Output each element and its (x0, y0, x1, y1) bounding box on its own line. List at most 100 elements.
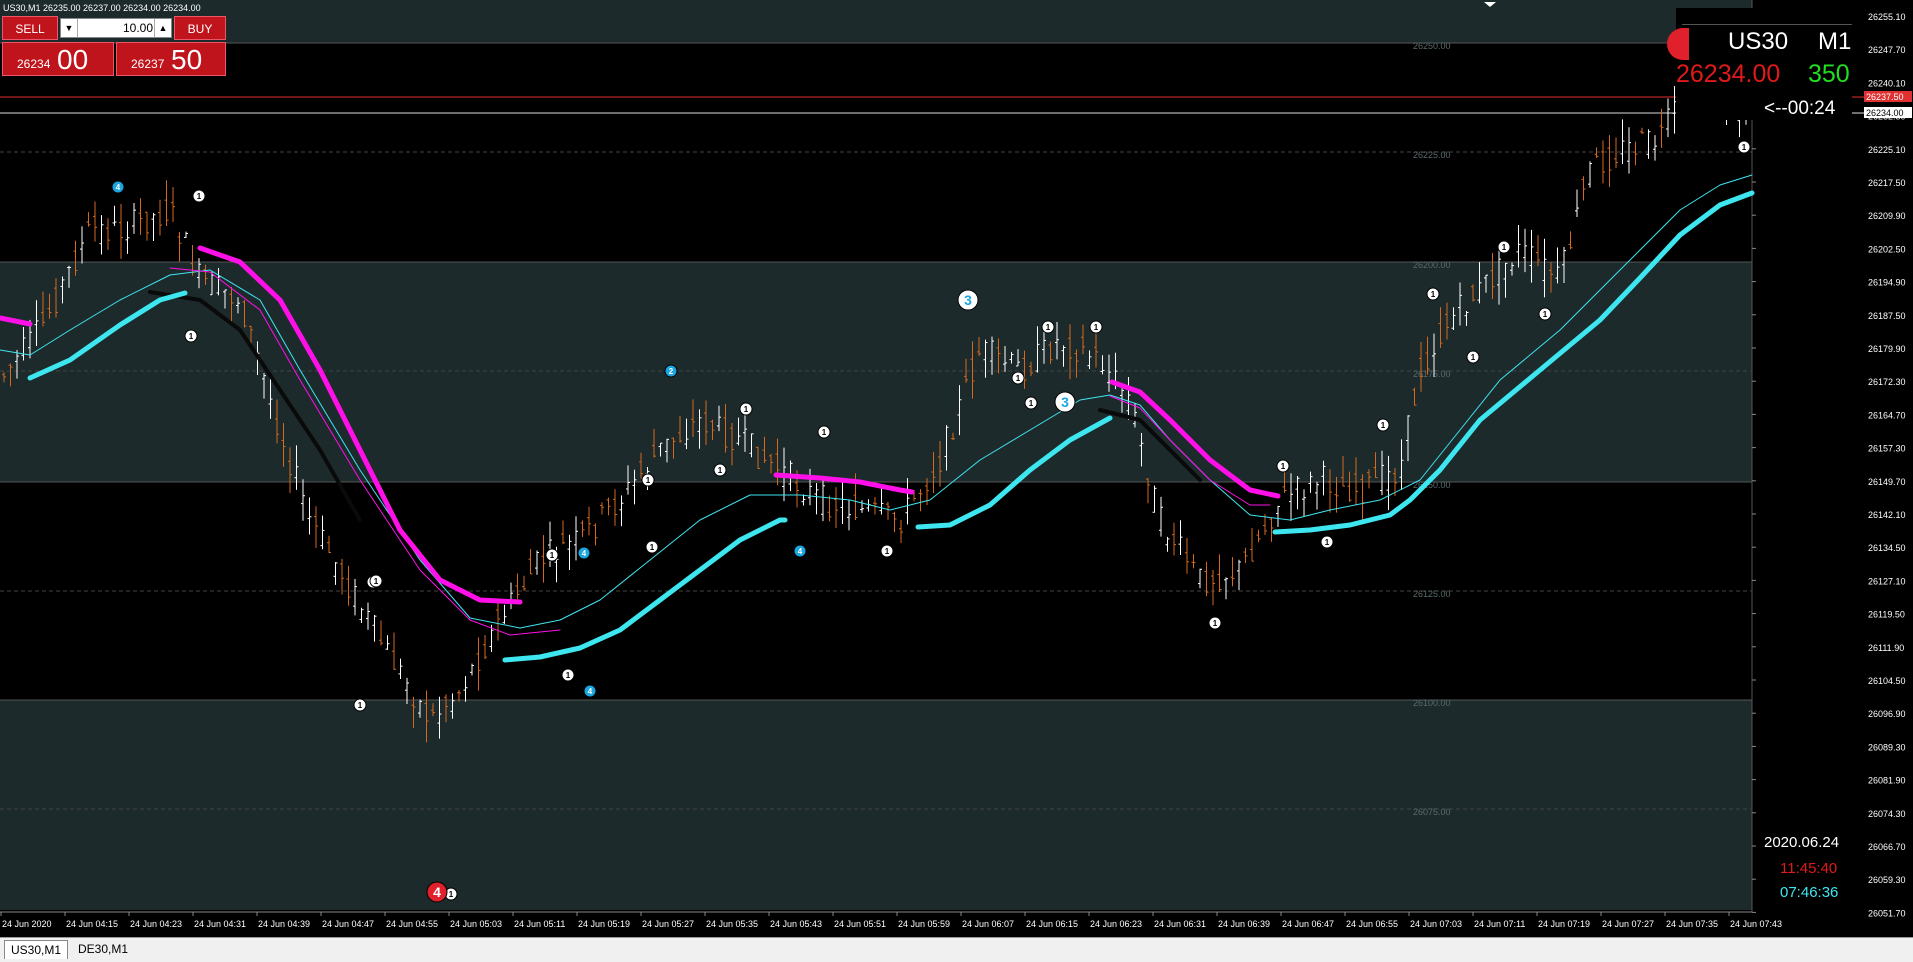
time-axis-label: 24 Jun 06:31 (1154, 919, 1206, 929)
level-label: 26100.00 (1413, 698, 1451, 708)
candle (814, 483, 819, 515)
info-box-divider (1682, 24, 1852, 25)
wave-marker-label: 1 (1325, 538, 1330, 547)
price-axis-label: 26225.10 (1868, 145, 1906, 155)
lot-size-box: ▼ ▲ (60, 18, 172, 38)
lot-increase-icon[interactable]: ▲ (154, 19, 171, 37)
wave-marker: 1 (561, 668, 575, 682)
zone-bands (0, 0, 1753, 912)
tab-us30-m1[interactable]: US30,M1 (4, 940, 69, 959)
time-axis-label: 24 Jun 07:19 (1538, 919, 1590, 929)
candle (1666, 98, 1670, 138)
wave-marker-label: 1 (744, 405, 749, 414)
candle (327, 535, 331, 553)
price-axis-label: 26179.90 (1868, 344, 1906, 354)
wave-marker: 1 (645, 540, 659, 554)
price-axis: 26255.1026247.7026240.1026232.5026225.10… (1752, 12, 1912, 918)
wave-marker: 1 (1538, 307, 1552, 321)
wave-marker-label: 1 (1094, 323, 1099, 332)
wave-marker-label: 1 (1016, 374, 1021, 383)
buy-quote[interactable]: 26237 50 (116, 42, 226, 76)
time-axis-label: 24 Jun 05:11 (514, 919, 565, 929)
lot-size-input[interactable] (79, 19, 155, 37)
price-axis-label: 26104.50 (1868, 676, 1906, 686)
buy-button[interactable]: BUY (174, 16, 226, 40)
wave-marker: 1 (817, 425, 831, 439)
candle (1237, 559, 1241, 591)
wave-marker-label: 1 (1431, 290, 1436, 299)
wave-marker-label: 1 (1543, 310, 1548, 319)
price-chart[interactable]: 26250.0026225.0026200.0026175.0026150.00… (0, 0, 1913, 937)
price-axis-label: 26172.30 (1868, 377, 1906, 387)
wave-marker: 4 (426, 881, 448, 903)
info-timeframe: M1 (1818, 28, 1852, 55)
candle (1607, 135, 1612, 187)
price-axis-label: 26255.10 (1868, 12, 1906, 22)
time-axis-label: 24 Jun 2020 (2, 919, 52, 929)
price-axis-label: 26217.50 (1868, 178, 1906, 188)
candle (619, 495, 624, 527)
candle (346, 565, 351, 606)
candle (1276, 505, 1280, 527)
time-axis-label: 24 Jun 06:07 (962, 919, 1014, 929)
candle (1659, 108, 1664, 148)
price-axis-label: 26081.90 (1868, 776, 1906, 786)
candle (80, 226, 84, 264)
candle (112, 205, 117, 226)
candle (502, 604, 507, 624)
wave-marker: 4 (793, 544, 807, 558)
candle (1581, 176, 1586, 201)
wave-marker-label: 1 (1213, 619, 1218, 628)
candle (1211, 570, 1215, 606)
price-axis-label: 26202.50 (1868, 244, 1906, 254)
candle (1191, 554, 1196, 569)
tab-de30-m1[interactable]: DE30,M1 (72, 940, 134, 958)
candle (476, 637, 481, 691)
wave-marker-label: 1 (646, 476, 651, 485)
bid-price-tag: 26234.00 (1866, 108, 1904, 118)
lot-decrease-icon[interactable]: ▼ (61, 19, 78, 37)
wave-marker-label: 1 (822, 428, 827, 437)
candle (1640, 127, 1644, 134)
wave-marker: 1 (1466, 350, 1480, 364)
candle (1152, 485, 1157, 513)
price-axis-label: 26240.10 (1868, 78, 1906, 88)
buy-price-big: 50 (171, 44, 203, 75)
candle (470, 663, 474, 676)
candle (1315, 481, 1319, 510)
candle (528, 549, 533, 575)
sell-quote[interactable]: 26234 00 (2, 42, 114, 76)
time-axis-label: 24 Jun 07:11 (1474, 919, 1525, 929)
level-label: 26125.00 (1413, 589, 1451, 599)
server-time: 11:45:40 (1780, 860, 1838, 877)
chart-window[interactable]: 26250.00 26225.00 26200.00 26175.00 26150.00… (0, 0, 1913, 962)
candle (840, 481, 845, 524)
time-axis-label: 24 Jun 04:23 (130, 919, 182, 929)
candle (541, 535, 546, 583)
date-label: 2020.06.24 (1764, 834, 1840, 851)
info-price: 26234.00 (1676, 60, 1781, 88)
time-axis-label: 24 Jun 07:27 (1602, 919, 1654, 929)
wave-marker-label: 1 (1502, 243, 1507, 252)
wave-marker: 1 (1497, 240, 1511, 254)
candle (307, 497, 312, 535)
candle (593, 523, 598, 546)
candle (1178, 520, 1183, 555)
sell-button[interactable]: SELL (2, 16, 58, 40)
wave-marker-label: 1 (550, 551, 555, 560)
candle (353, 579, 357, 616)
candle (892, 511, 897, 533)
candle (574, 516, 578, 561)
candle (847, 499, 851, 531)
time-axis-label: 24 Jun 07:43 (1730, 919, 1782, 929)
price-axis-label: 26134.50 (1868, 543, 1906, 553)
price-axis-label: 26089.30 (1868, 742, 1906, 752)
candle (184, 231, 188, 238)
candle (496, 602, 500, 641)
info-countdown: <--00:24 (1764, 98, 1836, 119)
chart-caption: US30,M1 26235.00 26237.00 26234.00 26234… (3, 3, 201, 13)
candle (1250, 528, 1254, 562)
candle (1601, 140, 1605, 184)
candle (1159, 496, 1163, 537)
wave-marker: 1 (1089, 320, 1103, 334)
